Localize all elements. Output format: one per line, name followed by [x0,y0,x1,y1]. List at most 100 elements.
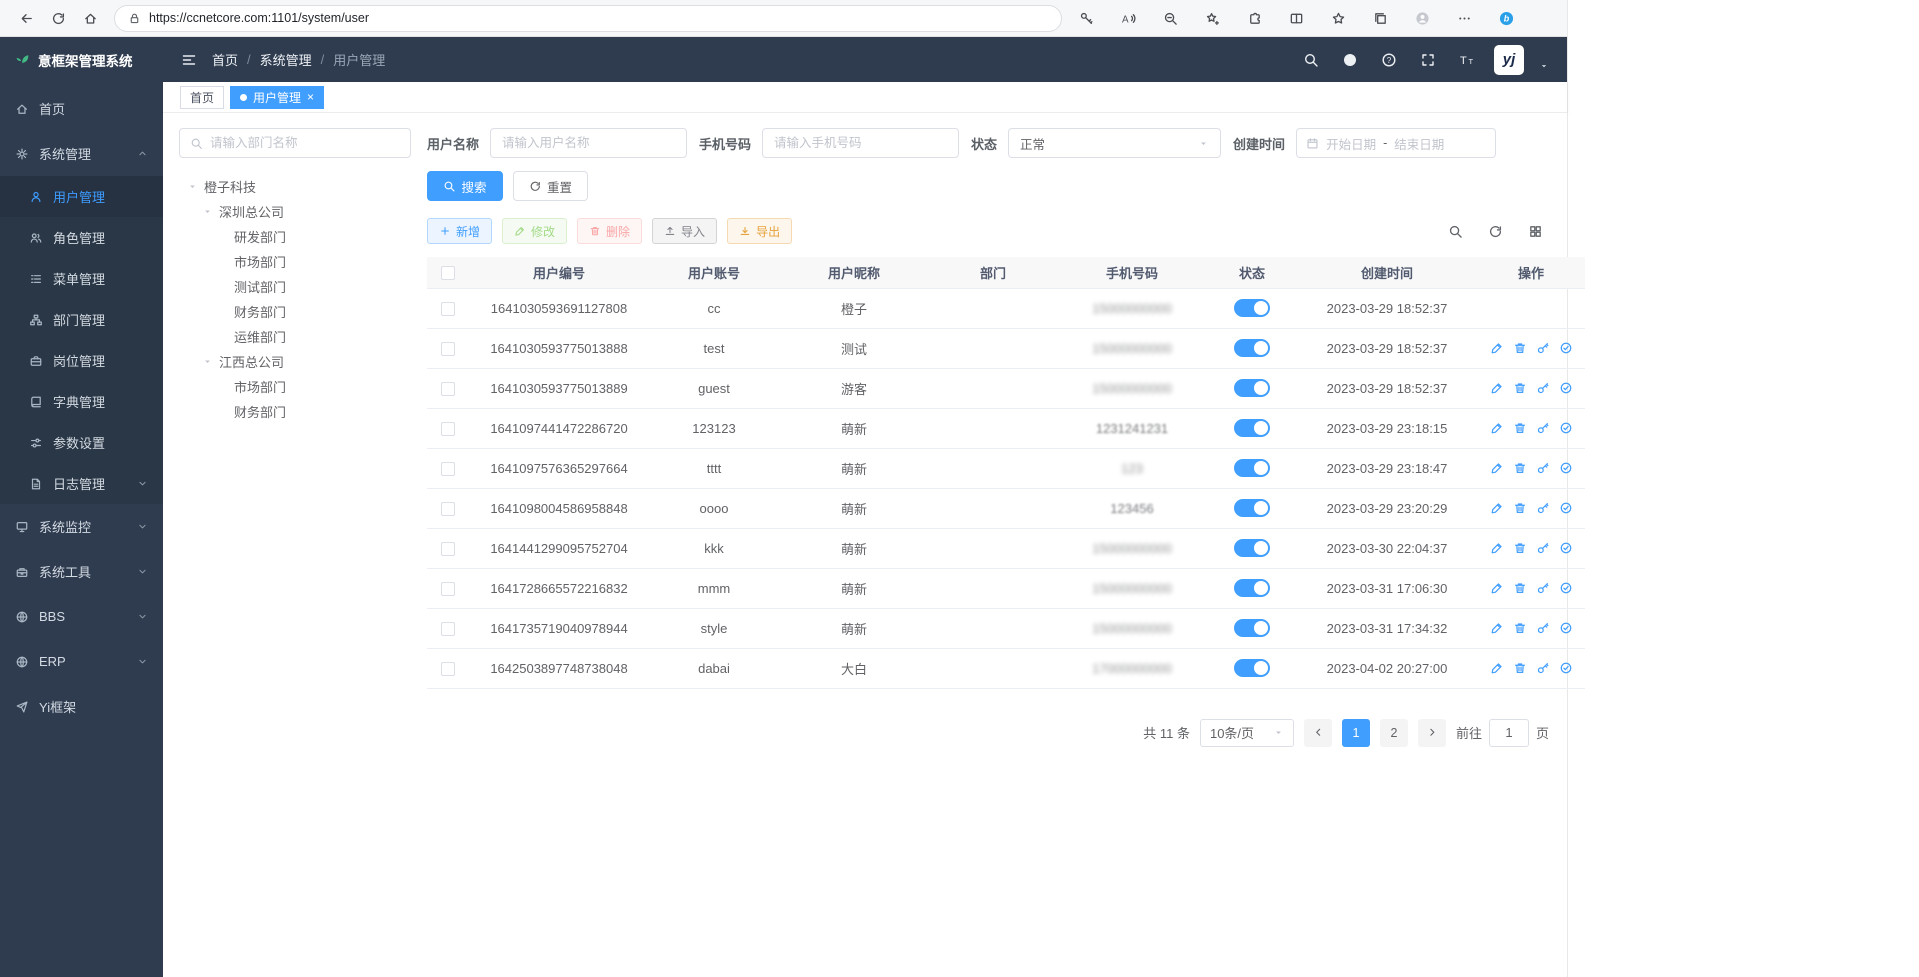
app-logo[interactable]: 意框架管理系统 [0,37,163,82]
assign-role-icon[interactable] [1559,421,1573,435]
breadcrumb-item[interactable]: 首页 [212,50,238,69]
caret-down-icon[interactable] [1539,61,1549,75]
column-settings-icon[interactable] [1523,219,1547,243]
edit-icon[interactable] [1490,541,1504,555]
assign-role-icon[interactable] [1559,621,1573,635]
status-select[interactable]: 正常 [1008,128,1221,158]
sidebar-item-tools[interactable]: 系统工具 [0,549,163,594]
sidebar-item-system[interactable]: 系统管理 [0,131,163,176]
tab-home[interactable]: 首页 [180,86,224,109]
row-checkbox[interactable] [441,382,455,396]
assign-role-icon[interactable] [1559,341,1573,355]
delete-icon[interactable] [1513,581,1527,595]
reset-button[interactable]: 重置 [513,171,589,201]
username-input[interactable] [490,128,687,158]
favorites-icon[interactable] [1322,4,1355,32]
department-search[interactable] [179,128,411,158]
row-checkbox[interactable] [441,502,455,516]
tree-node[interactable]: 市场部门 [179,249,411,274]
assign-role-icon[interactable] [1559,661,1573,675]
sidebar-item-role[interactable]: 角色管理 [0,217,163,258]
delete-icon[interactable] [1513,461,1527,475]
back-icon[interactable] [10,3,42,33]
url-text[interactable]: https://ccnetcore.com:1101/system/user [149,11,369,25]
tree-node[interactable]: 橙子科技 [179,174,411,199]
status-toggle[interactable] [1234,419,1270,437]
font-size-icon[interactable]: TT [1455,48,1479,72]
sidebar-item-dept[interactable]: 部门管理 [0,299,163,340]
more-icon[interactable] [1448,4,1481,32]
edit-icon[interactable] [1490,381,1504,395]
fold-menu-icon[interactable] [181,52,197,68]
reset-password-icon[interactable] [1536,341,1550,355]
sidebar-item-user[interactable]: 用户管理 [0,176,163,217]
search-icon[interactable] [1299,48,1323,72]
sidebar-item-dict[interactable]: 字典管理 [0,381,163,422]
delete-icon[interactable] [1513,661,1527,675]
assign-role-icon[interactable] [1559,381,1573,395]
tree-node[interactable]: 研发部门 [179,224,411,249]
assign-role-icon[interactable] [1559,501,1573,515]
row-checkbox[interactable] [441,582,455,596]
edit-icon[interactable] [1490,621,1504,635]
row-checkbox[interactable] [441,342,455,356]
read-aloud-icon[interactable]: A [1112,4,1145,32]
phone-input[interactable] [762,128,959,158]
tree-node[interactable]: 江西总公司 [179,349,411,374]
modify-button[interactable]: 修改 [502,218,567,244]
reset-password-icon[interactable] [1536,461,1550,475]
assign-role-icon[interactable] [1559,461,1573,475]
page-number-button[interactable]: 2 [1380,719,1408,747]
row-checkbox[interactable] [441,422,455,436]
sidebar-item-post[interactable]: 岗位管理 [0,340,163,381]
avatar[interactable]: yj [1494,45,1524,75]
delete-icon[interactable] [1513,381,1527,395]
edit-icon[interactable] [1490,581,1504,595]
edit-icon[interactable] [1490,501,1504,515]
prev-page-button[interactable] [1304,719,1332,747]
assign-role-icon[interactable] [1559,541,1573,555]
address-bar[interactable]: https://ccnetcore.com:1101/system/user [114,5,1062,32]
page-number-button[interactable]: 1 [1342,719,1370,747]
copilot-icon[interactable]: b [1490,4,1523,32]
tree-node[interactable]: 深圳总公司 [179,199,411,224]
sidebar-item-param[interactable]: 参数设置 [0,422,163,463]
refresh-icon[interactable] [42,3,74,33]
fullscreen-icon[interactable] [1416,48,1440,72]
tree-expand-caret-icon[interactable] [200,356,215,367]
delete-icon[interactable] [1513,541,1527,555]
row-checkbox[interactable] [441,622,455,636]
status-toggle[interactable] [1234,619,1270,637]
delete-icon[interactable] [1513,621,1527,635]
row-checkbox[interactable] [441,662,455,676]
github-icon[interactable] [1338,48,1362,72]
question-icon[interactable]: ? [1377,48,1401,72]
next-page-button[interactable] [1418,719,1446,747]
row-checkbox[interactable] [441,542,455,556]
goto-page-input[interactable] [1489,719,1529,747]
edit-icon[interactable] [1490,461,1504,475]
status-toggle[interactable] [1234,539,1270,557]
zoom-out-icon[interactable] [1154,4,1187,32]
breadcrumb-item[interactable]: 系统管理 [260,50,312,69]
tree-node[interactable]: 市场部门 [179,374,411,399]
sidebar-item-home[interactable]: 首页 [0,86,163,131]
tree-node[interactable]: 运维部门 [179,324,411,349]
reset-password-icon[interactable] [1536,421,1550,435]
reset-password-icon[interactable] [1536,381,1550,395]
home-icon[interactable] [74,3,106,33]
export-button[interactable]: 导出 [727,218,792,244]
tree-node[interactable]: 财务部门 [179,399,411,424]
close-tab-icon[interactable]: × [307,91,314,103]
import-button[interactable]: 导入 [652,218,717,244]
extension-icon[interactable] [1238,4,1271,32]
tree-expand-caret-icon[interactable] [185,181,200,192]
reset-password-icon[interactable] [1536,621,1550,635]
sidebar-item-log[interactable]: 日志管理 [0,463,163,504]
row-checkbox[interactable] [441,302,455,316]
tab-user[interactable]: 用户管理× [230,86,324,109]
sidebar-item-menu[interactable]: 菜单管理 [0,258,163,299]
reset-password-icon[interactable] [1536,541,1550,555]
delete-icon[interactable] [1513,341,1527,355]
edit-icon[interactable] [1490,661,1504,675]
